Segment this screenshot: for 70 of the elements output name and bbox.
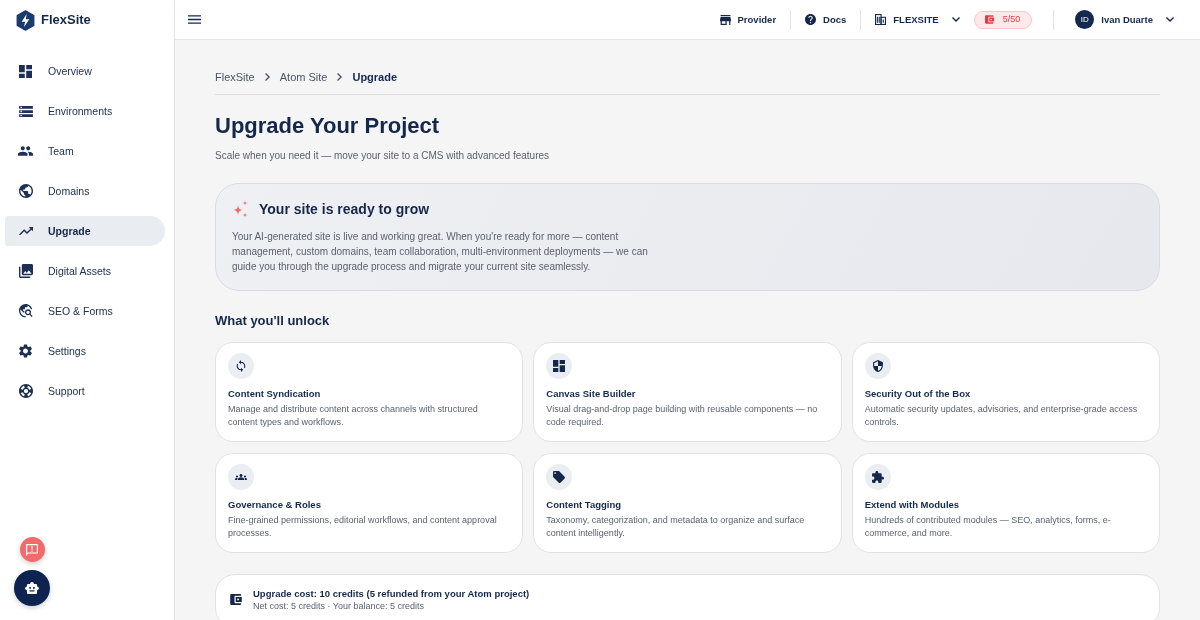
chevron-down-icon: [1166, 17, 1174, 22]
menu-icon: [188, 15, 201, 24]
feature-title: Canvas Site Builder: [546, 387, 637, 400]
gear-icon: [19, 344, 32, 358]
feature-title: Governance & Roles: [228, 498, 322, 511]
cost-summary: Upgrade cost: 10 credits (5 refunded from your Atom project): [253, 586, 530, 600]
assistant-button[interactable]: [14, 570, 50, 606]
sync-icon: [228, 352, 254, 379]
trending-up-icon: [18, 226, 33, 236]
breadcrumb-link[interactable]: FlexSite: [215, 70, 255, 84]
nav-item[interactable]: Domains: [5, 176, 165, 206]
help-icon: [805, 14, 817, 25]
feature-title: Extend with Modules: [864, 498, 961, 511]
chevron-right-icon: [264, 73, 270, 81]
feature-description: Fine-grained permissions, editorial workflows, and content approval processes.: [228, 514, 498, 540]
workspace-selector[interactable]: FLEXSITE: [875, 14, 960, 25]
banner-title: Your site is ready to grow: [259, 200, 430, 218]
nav-item[interactable]: Settings: [5, 336, 165, 366]
page-subtitle: Scale when you need it — move your site to a CMS with advanced features: [215, 149, 551, 162]
feature-title: Content Tagging: [546, 498, 623, 511]
nav-item[interactable]: SEO & Forms: [5, 296, 165, 326]
nav-item[interactable]: Digital Assets: [5, 256, 165, 286]
feature-description: Taxonomy, categorization, and metadata to organize and surface content intelligently.: [546, 514, 806, 540]
header-link[interactable]: Provider: [719, 14, 777, 25]
nav-item[interactable]: Team: [5, 136, 165, 166]
tag-icon: [546, 463, 573, 490]
image-gallery-icon: [18, 264, 33, 278]
brand-name: FlexSite: [41, 12, 91, 28]
feature-description: Hundreds of contributed modules — SEO, analytics, forms, e-commerce, and more.: [864, 514, 1112, 540]
sparkle-icon: [232, 200, 248, 218]
people-group-icon: [228, 463, 254, 490]
user-avatar: ID: [1075, 10, 1095, 29]
menu-button[interactable]: [188, 15, 201, 24]
dashboard-icon: [19, 64, 32, 78]
lifebuoy-icon: [18, 384, 33, 398]
nav-item[interactable]: Upgrade: [5, 216, 165, 246]
robot-icon: [25, 582, 39, 594]
dashboard-icon: [546, 352, 573, 379]
cost-detail: Net cost: 5 credits · Your balance: 5 credits: [253, 599, 426, 613]
server-list-icon: [18, 105, 33, 117]
credits-badge[interactable]: 5/50: [973, 10, 1033, 29]
feedback-button[interactable]: [19, 537, 45, 562]
nav-item[interactable]: Support: [5, 376, 165, 406]
message-alert-icon: [26, 543, 38, 556]
feature-description: Visual drag-and-drop page building with reusable components — no code required.: [546, 403, 819, 429]
feature-title: Security Out of the Box: [864, 387, 972, 400]
nav-item[interactable]: Environments: [5, 96, 165, 126]
breadcrumb-current: Upgrade: [352, 70, 398, 84]
globe-icon: [18, 184, 33, 198]
user-menu-button[interactable]: ID Ivan Duarte: [1075, 10, 1174, 29]
chevron-down-icon: [951, 17, 960, 22]
people-icon: [18, 146, 33, 156]
feature-description: Automatic security updates, advisories, and enterprise-grade access controls.: [864, 403, 1139, 429]
globe-search-icon: [18, 304, 33, 318]
header-link[interactable]: Docs: [805, 14, 847, 25]
feature-description: Manage and distribute content across channels with structured content types and workflows.: [228, 403, 479, 429]
wallet-icon: [984, 15, 994, 24]
page-title: Upgrade Your Project: [215, 113, 441, 139]
banner-text: Your AI-generated site is live and working great. When you're ready for more — content management, custom domains, team collaboration, multi-environment deployments — we can guide you through the upgrade process and migrate your current site seamlessly.: [232, 229, 649, 274]
puzzle-piece-icon: [864, 463, 891, 490]
feature-title: Content Syndication: [228, 387, 322, 400]
breadcrumb-link[interactable]: Atom Site: [279, 70, 328, 84]
wallet-icon: [230, 594, 242, 605]
chevron-right-icon: [337, 73, 343, 81]
logo-icon: [16, 9, 35, 31]
storefront-icon: [719, 14, 731, 25]
section-heading: What you'll unlock: [215, 312, 331, 329]
shield-icon: [864, 352, 891, 379]
building-icon: [875, 14, 887, 25]
nav-item[interactable]: Overview: [5, 56, 165, 86]
